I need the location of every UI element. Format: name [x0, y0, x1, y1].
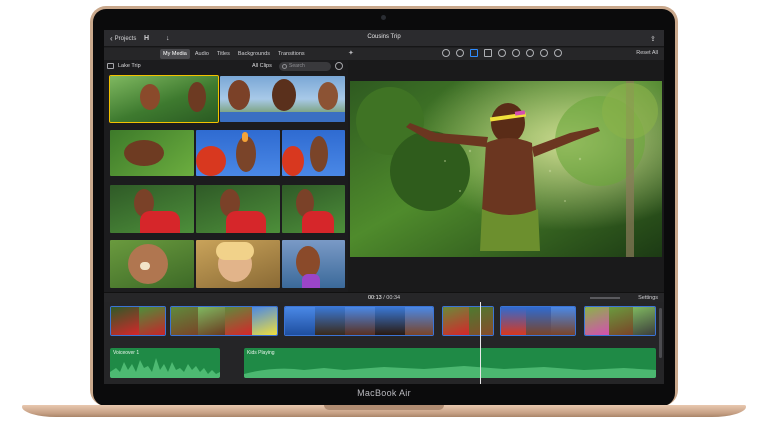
media-clip[interactable] — [282, 185, 345, 233]
tab-backgrounds[interactable]: Backgrounds — [235, 49, 273, 59]
media-clip[interactable] — [220, 76, 345, 122]
stabilization-icon[interactable] — [484, 49, 492, 57]
title-bar: ‹ Projects H ↓ Cousins Trip ⇪ — [104, 30, 664, 47]
timeline-video-clip[interactable] — [584, 306, 656, 336]
audio-waveform — [244, 366, 656, 378]
volume-icon[interactable] — [498, 49, 506, 57]
media-clip[interactable] — [196, 185, 280, 233]
timeline-audio-clip[interactable]: Kids Playing — [244, 348, 656, 378]
device-label: MacBook Air — [357, 388, 411, 398]
clip-filter-dropdown[interactable]: All Clips — [252, 63, 272, 69]
media-clip[interactable] — [282, 130, 345, 176]
tab-titles[interactable]: Titles — [214, 49, 233, 59]
imovie-window: ‹ Projects H ↓ Cousins Trip ⇪ My Media A… — [104, 30, 664, 384]
lid-notch — [324, 405, 444, 410]
timeline: Voiceover 1 Kids Playing — [104, 302, 664, 384]
playhead[interactable] — [480, 302, 481, 384]
timeline-audio-clip[interactable]: Voiceover 1 — [110, 348, 220, 378]
media-clip[interactable] — [110, 130, 194, 176]
clip-filter-icon[interactable] — [540, 49, 548, 57]
project-title: Cousins Trip — [367, 34, 401, 40]
zoom-slider[interactable] — [590, 297, 620, 299]
timeline-settings-button[interactable]: Settings — [638, 295, 658, 301]
viewer: ⏮ ▶ ⏭ ⤢ — [348, 60, 664, 314]
viewer-frame — [350, 81, 662, 257]
magic-wand-icon[interactable]: ✦ — [348, 49, 354, 57]
browser-header: Lake Trip All Clips Search — [104, 60, 348, 74]
share-icon[interactable]: ⇪ — [650, 33, 656, 44]
timecode: 00:13 / 00:34 — [104, 295, 664, 301]
info-icon[interactable] — [554, 49, 562, 57]
media-clip[interactable] — [196, 130, 280, 176]
media-browser: Lake Trip All Clips Search — [104, 60, 348, 292]
speed-icon[interactable] — [526, 49, 534, 57]
total-time: 00:34 — [386, 295, 401, 301]
adjustment-tools — [442, 49, 562, 57]
timeline-header: 00:13 / 00:34 Settings — [104, 292, 664, 302]
timeline-video-clip[interactable] — [110, 306, 166, 336]
reset-all-button[interactable]: Reset All — [636, 50, 658, 56]
event-name: Lake Trip — [118, 63, 141, 69]
media-clip[interactable] — [110, 240, 194, 288]
media-clip[interactable] — [110, 185, 194, 233]
current-time: 00:13 — [367, 295, 382, 301]
search-icon — [282, 64, 287, 69]
timeline-video-clip[interactable] — [500, 306, 576, 336]
tab-audio[interactable]: Audio — [192, 49, 212, 59]
tab-my-media[interactable]: My Media — [160, 49, 190, 59]
timeline-video-clip[interactable] — [442, 306, 494, 336]
noise-reduction-icon[interactable] — [512, 49, 520, 57]
timeline-scrollbar[interactable] — [659, 308, 662, 358]
color-correction-icon[interactable] — [456, 49, 464, 57]
camera-icon — [381, 15, 386, 20]
search-input[interactable]: Search — [279, 62, 331, 71]
audio-clip-label: Kids Playing — [247, 350, 275, 356]
media-clip[interactable] — [109, 75, 219, 123]
gear-icon[interactable] — [335, 62, 343, 70]
color-balance-icon[interactable] — [442, 49, 450, 57]
media-clip[interactable] — [282, 240, 345, 288]
media-clip[interactable] — [196, 240, 280, 288]
timeline-video-clip[interactable] — [284, 306, 434, 336]
toolbar: My Media Audio Titles Backgrounds Transi… — [104, 48, 664, 60]
media-tabs: My Media Audio Titles Backgrounds Transi… — [160, 49, 308, 59]
sidebar-toggle-icon[interactable] — [107, 63, 114, 69]
viewer-frame-image — [350, 81, 662, 257]
crop-icon[interactable] — [470, 49, 478, 57]
audio-clip-label: Voiceover 1 — [113, 350, 140, 356]
tab-transitions[interactable]: Transitions — [275, 49, 308, 59]
timeline-video-clip[interactable] — [170, 306, 278, 336]
